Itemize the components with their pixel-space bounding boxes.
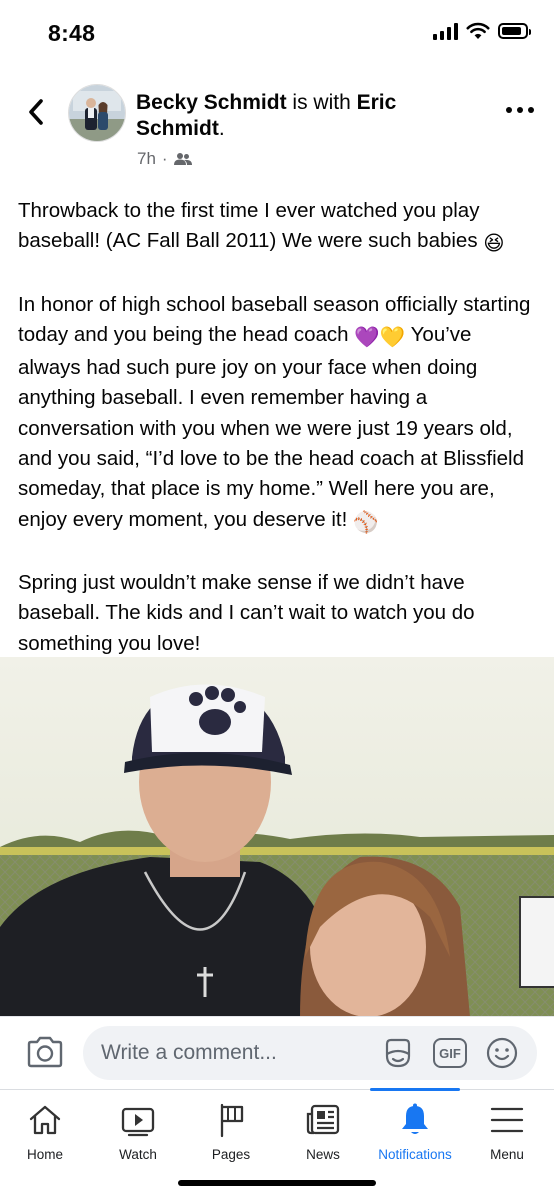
- tab-label: Notifications: [378, 1147, 452, 1162]
- camera-icon: [27, 1036, 63, 1068]
- post-paragraph: In honor of high school baseball season …: [18, 290, 538, 538]
- wifi-icon: [466, 22, 490, 39]
- post-photo[interactable]: [0, 657, 554, 1017]
- gif-button[interactable]: GIF: [433, 1038, 467, 1068]
- baseball-emoji: ⚾: [353, 510, 379, 534]
- friends-icon: [173, 153, 192, 165]
- tab-pages[interactable]: Pages: [186, 1090, 276, 1170]
- status-bar: 8:48: [0, 0, 554, 70]
- post-author-line: Becky Schmidt is with Eric Schmidt.: [136, 90, 466, 142]
- more-dot: [517, 107, 523, 113]
- home-icon: [29, 1105, 61, 1135]
- battery-icon: [498, 23, 531, 39]
- home-indicator: [178, 1180, 376, 1186]
- photo-image: [0, 657, 554, 1017]
- tab-label: News: [306, 1147, 340, 1162]
- status-time: 8:48: [48, 20, 96, 46]
- with-text: is with: [286, 91, 357, 114]
- tagged-suffix: .: [218, 117, 225, 140]
- flag-icon: [220, 1103, 244, 1138]
- author-name[interactable]: Becky Schmidt: [136, 91, 287, 114]
- author-avatar[interactable]: [68, 84, 126, 142]
- meta-separator: ·: [161, 149, 168, 168]
- active-tab-indicator: [370, 1088, 460, 1091]
- chevron-left-icon: [29, 99, 43, 125]
- tab-label: Watch: [119, 1147, 157, 1162]
- comment-input[interactable]: Write a comment... GIF: [83, 1026, 537, 1080]
- post-text: Throwback to the first time I ever watch…: [18, 196, 538, 689]
- tab-label: Pages: [211, 1147, 251, 1162]
- purple-heart-emoji: 💜: [354, 325, 380, 349]
- laughing-emoji: 😆: [483, 232, 505, 256]
- news-icon: [306, 1104, 340, 1135]
- tab-news[interactable]: News: [278, 1090, 368, 1170]
- paragraph-text: Spring just wouldn’t make sense if we di…: [18, 570, 475, 655]
- comment-placeholder: Write a comment...: [101, 1041, 277, 1064]
- bottom-tab-bar: Home Watch Pages News Notifications Menu: [0, 1088, 554, 1170]
- tab-watch[interactable]: Watch: [93, 1090, 183, 1170]
- tab-label: Menu: [490, 1147, 524, 1162]
- comment-bar: Write a comment... GIF: [0, 1016, 554, 1089]
- yellow-heart-emoji: 💛: [379, 325, 406, 349]
- menu-icon: [490, 1107, 524, 1133]
- back-button[interactable]: [22, 96, 50, 128]
- status-icons: [433, 22, 531, 40]
- post-paragraph: Throwback to the first time I ever watch…: [18, 196, 538, 260]
- sticker-icon[interactable]: [381, 1036, 415, 1070]
- tab-notifications[interactable]: Notifications: [370, 1088, 460, 1170]
- tab-label: Home: [26, 1147, 63, 1162]
- more-dot: [528, 107, 534, 113]
- gif-label: GIF: [439, 1045, 461, 1061]
- emoji-icon[interactable]: [485, 1036, 519, 1070]
- post-paragraph: Spring just wouldn’t make sense if we di…: [18, 568, 538, 659]
- post-timestamp[interactable]: 7h: [137, 149, 156, 169]
- tab-home[interactable]: Home: [0, 1090, 90, 1170]
- paragraph-text: You’ve always had such pure joy on your …: [18, 322, 524, 531]
- post-meta: 7h ·: [137, 149, 192, 169]
- watch-icon: [121, 1107, 155, 1137]
- avatar-photo: [69, 85, 125, 141]
- paragraph-text: Throwback to the first time I ever watch…: [18, 199, 480, 253]
- bell-icon: [402, 1103, 428, 1134]
- cellular-signal-icon: [433, 22, 458, 40]
- camera-button[interactable]: [26, 1035, 64, 1069]
- more-dot: [506, 107, 512, 113]
- tab-menu[interactable]: Menu: [462, 1090, 552, 1170]
- more-options-button[interactable]: [506, 100, 534, 120]
